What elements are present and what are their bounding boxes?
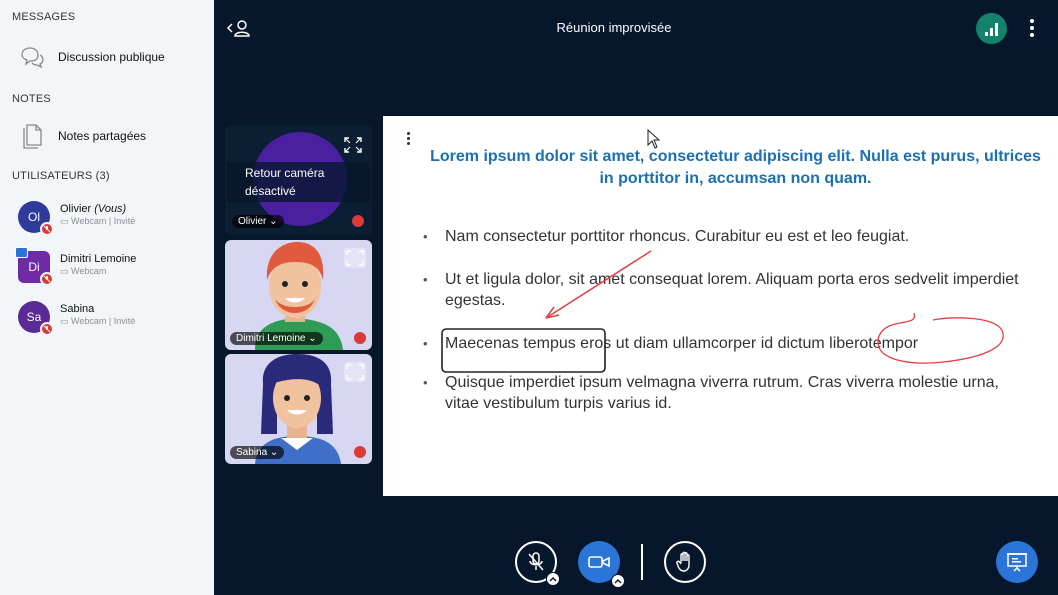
video-camera-icon bbox=[588, 556, 610, 568]
chat-bubbles-icon bbox=[18, 43, 46, 71]
mute-button[interactable] bbox=[515, 541, 560, 586]
tile-name-badge[interactable]: Dimitri Lemoine ⌄ bbox=[230, 332, 323, 345]
public-chat-item[interactable]: Discussion publique bbox=[0, 37, 214, 77]
public-chat-label: Discussion publique bbox=[58, 50, 165, 64]
camera-off-text: Retour caméra désactivé bbox=[245, 166, 325, 198]
tile-name-text: Sabina bbox=[236, 447, 268, 458]
webcam-icon: ▭ bbox=[60, 216, 69, 226]
user-item-sabina[interactable]: Sa Sabina ▭ Webcam | Invité bbox=[0, 295, 214, 339]
user-name: Olivier (Vous) bbox=[60, 203, 126, 215]
notes-header: NOTES bbox=[12, 93, 51, 105]
presentation-screen-icon bbox=[1007, 553, 1027, 572]
video-tile-dimitri[interactable]: Dimitri Lemoine ⌄ bbox=[225, 240, 372, 350]
user-status-text: Webcam | Invité bbox=[71, 216, 136, 226]
tile-name-badge[interactable]: Sabina ⌄ bbox=[230, 446, 285, 459]
user-status-text: Webcam bbox=[71, 266, 107, 276]
avatar-initials: Sa bbox=[26, 310, 42, 324]
tile-name-badge[interactable]: Olivier ⌄ bbox=[232, 215, 284, 228]
avatar: Di bbox=[15, 247, 54, 286]
signal-bars-icon bbox=[984, 22, 998, 36]
messages-header: MESSAGES bbox=[12, 11, 76, 23]
presenter-icon bbox=[15, 247, 28, 258]
person-back-icon[interactable] bbox=[226, 18, 252, 38]
sidebar: MESSAGES Discussion publique NOTES Notes… bbox=[0, 0, 214, 595]
mic-muted-icon bbox=[40, 272, 54, 286]
mic-muted-icon bbox=[40, 322, 54, 336]
avatar: Sa bbox=[18, 301, 54, 336]
mic-muted-icon bbox=[354, 332, 366, 344]
expand-icon[interactable] bbox=[342, 135, 364, 155]
user-name: Sabina bbox=[60, 303, 95, 315]
camera-button[interactable] bbox=[578, 541, 625, 588]
user-name-text: Olivier bbox=[60, 203, 92, 215]
user-status: ▭ Webcam | Invité bbox=[60, 216, 135, 227]
kebab-menu-icon[interactable] bbox=[1024, 16, 1040, 40]
video-tile-sabina[interactable]: Sabina ⌄ bbox=[225, 354, 372, 464]
webcam-icon: ▭ bbox=[60, 316, 69, 326]
meeting-title: Réunion improvisée bbox=[556, 20, 672, 35]
tile-name-text: Olivier bbox=[238, 216, 267, 227]
user-status: ▭ Webcam | Invité bbox=[60, 316, 135, 327]
raise-hand-icon bbox=[676, 551, 690, 572]
tile-name-text: Dimitri Lemoine bbox=[236, 333, 306, 344]
mic-muted-icon bbox=[528, 552, 544, 571]
shared-notes-item[interactable]: Notes partagées bbox=[0, 116, 214, 156]
document-icon bbox=[18, 122, 46, 150]
user-name: Dimitri Lemoine bbox=[60, 253, 137, 265]
avatar: Ol bbox=[18, 201, 54, 236]
mic-muted-icon bbox=[40, 222, 54, 236]
expand-icon[interactable] bbox=[344, 248, 366, 268]
mouse-cursor-icon bbox=[647, 129, 661, 149]
whiteboard-annotations bbox=[441, 250, 1004, 373]
expand-icon[interactable] bbox=[344, 362, 366, 382]
video-tile-olivier[interactable]: Retour caméra désactivé Olivier ⌄ bbox=[225, 125, 372, 235]
mic-muted-icon bbox=[354, 446, 366, 458]
user-item-dimitri[interactable]: Di Dimitri Lemoine ▭ Webcam bbox=[0, 245, 214, 289]
user-status-text: Webcam | Invité bbox=[71, 316, 136, 326]
presentation-toggle-button[interactable] bbox=[996, 541, 1038, 583]
user-you-suffix: (Vous) bbox=[94, 203, 127, 215]
user-status: ▭ Webcam bbox=[60, 266, 106, 277]
avatar-initials: Ol bbox=[28, 210, 40, 224]
user-item-olivier[interactable]: Ol Olivier (Vous) ▭ Webcam | Invité bbox=[0, 195, 214, 239]
webcam-icon: ▭ bbox=[60, 266, 69, 276]
control-divider bbox=[641, 544, 643, 580]
chevron-up-icon[interactable] bbox=[611, 574, 625, 588]
presentation-area[interactable]: Lorem ipsum dolor sit amet, consectetur … bbox=[383, 116, 1058, 496]
avatar-initials: Di bbox=[28, 260, 40, 274]
chevron-up-icon[interactable] bbox=[546, 572, 560, 586]
annotation-arrow bbox=[545, 250, 652, 319]
raise-hand-button[interactable] bbox=[664, 541, 706, 583]
users-header: UTILISATEURS (3) bbox=[12, 170, 110, 182]
connection-status-button[interactable] bbox=[976, 13, 1007, 44]
annotation-circle bbox=[877, 312, 1004, 364]
annotation-rectangle bbox=[441, 328, 606, 373]
mic-muted-icon bbox=[352, 215, 364, 227]
shared-notes-label: Notes partagées bbox=[58, 129, 147, 143]
